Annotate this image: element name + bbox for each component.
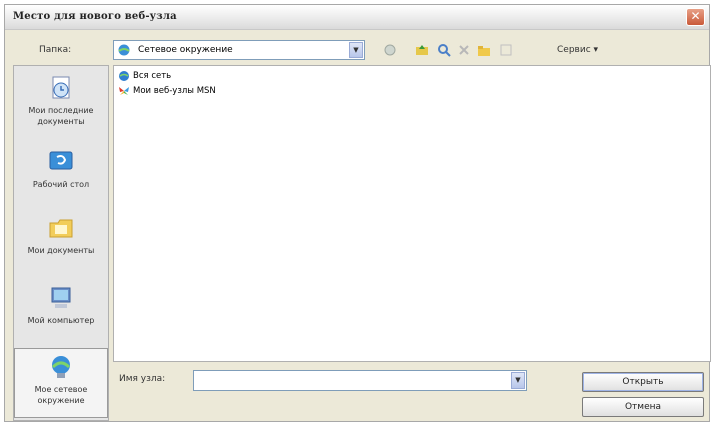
place-recent-documents[interactable]: Мои последние документы — [14, 74, 108, 127]
network-places-icon — [51, 356, 71, 378]
place-label: Мои документы — [27, 246, 95, 255]
back-icon[interactable] — [383, 43, 397, 57]
cancel-button[interactable]: Отмена — [582, 397, 704, 417]
title-bar[interactable]: Место для нового веб-узла ✕ — [5, 5, 709, 30]
file-name: Вся сеть — [133, 71, 172, 81]
my-computer-icon — [51, 287, 71, 308]
place-my-documents[interactable]: Мои документы — [14, 214, 108, 256]
place-label: Рабочий стол — [32, 180, 90, 189]
window-title: Место для нового веб-узла — [13, 11, 177, 22]
up-folder-icon[interactable] — [415, 43, 429, 57]
location-dropdown[interactable]: Сетевое окружение ▼ — [113, 40, 365, 60]
chevron-down-icon[interactable]: ▼ — [349, 42, 363, 58]
folder-label: Папка: — [39, 45, 72, 55]
close-button[interactable]: ✕ — [686, 8, 705, 26]
site-name-input[interactable]: ▼ — [193, 370, 527, 391]
save-location-dialog: Место для нового веб-узла ✕ Папка: Сетев… — [4, 4, 711, 422]
views-icon[interactable] — [499, 43, 513, 57]
file-list[interactable]: Вся сеть Мои веб-узлы MSN — [113, 65, 711, 362]
place-desktop[interactable]: Рабочий стол — [14, 148, 108, 190]
recent-documents-icon — [52, 76, 70, 99]
site-name-label: Имя узла: — [119, 374, 166, 384]
search-web-icon[interactable] — [437, 43, 451, 57]
file-name: Мои веб-узлы MSN — [133, 86, 216, 96]
my-documents-icon — [49, 219, 73, 238]
delete-icon[interactable] — [457, 43, 471, 57]
new-folder-icon[interactable] — [477, 43, 491, 57]
desktop-icon — [49, 151, 73, 170]
place-network-places[interactable]: Мое сетевое окружение — [14, 348, 108, 418]
place-my-computer[interactable]: Мой компьютер — [14, 284, 108, 326]
place-label: Мое сетевое окружение — [34, 385, 88, 405]
places-bar: Мои последние документы Рабочий стол Мои… — [13, 65, 109, 421]
place-label: Мой компьютер — [27, 316, 95, 325]
entire-network-icon — [119, 71, 129, 81]
service-menu[interactable]: Сервис ▾ — [557, 45, 598, 55]
network-places-icon — [118, 44, 130, 56]
place-label: Мои последние документы — [28, 106, 94, 126]
open-button[interactable]: Открыть — [582, 372, 704, 392]
msn-butterfly-icon — [119, 87, 129, 95]
location-value: Сетевое окружение — [138, 45, 233, 55]
chevron-down-icon[interactable]: ▼ — [511, 372, 525, 389]
